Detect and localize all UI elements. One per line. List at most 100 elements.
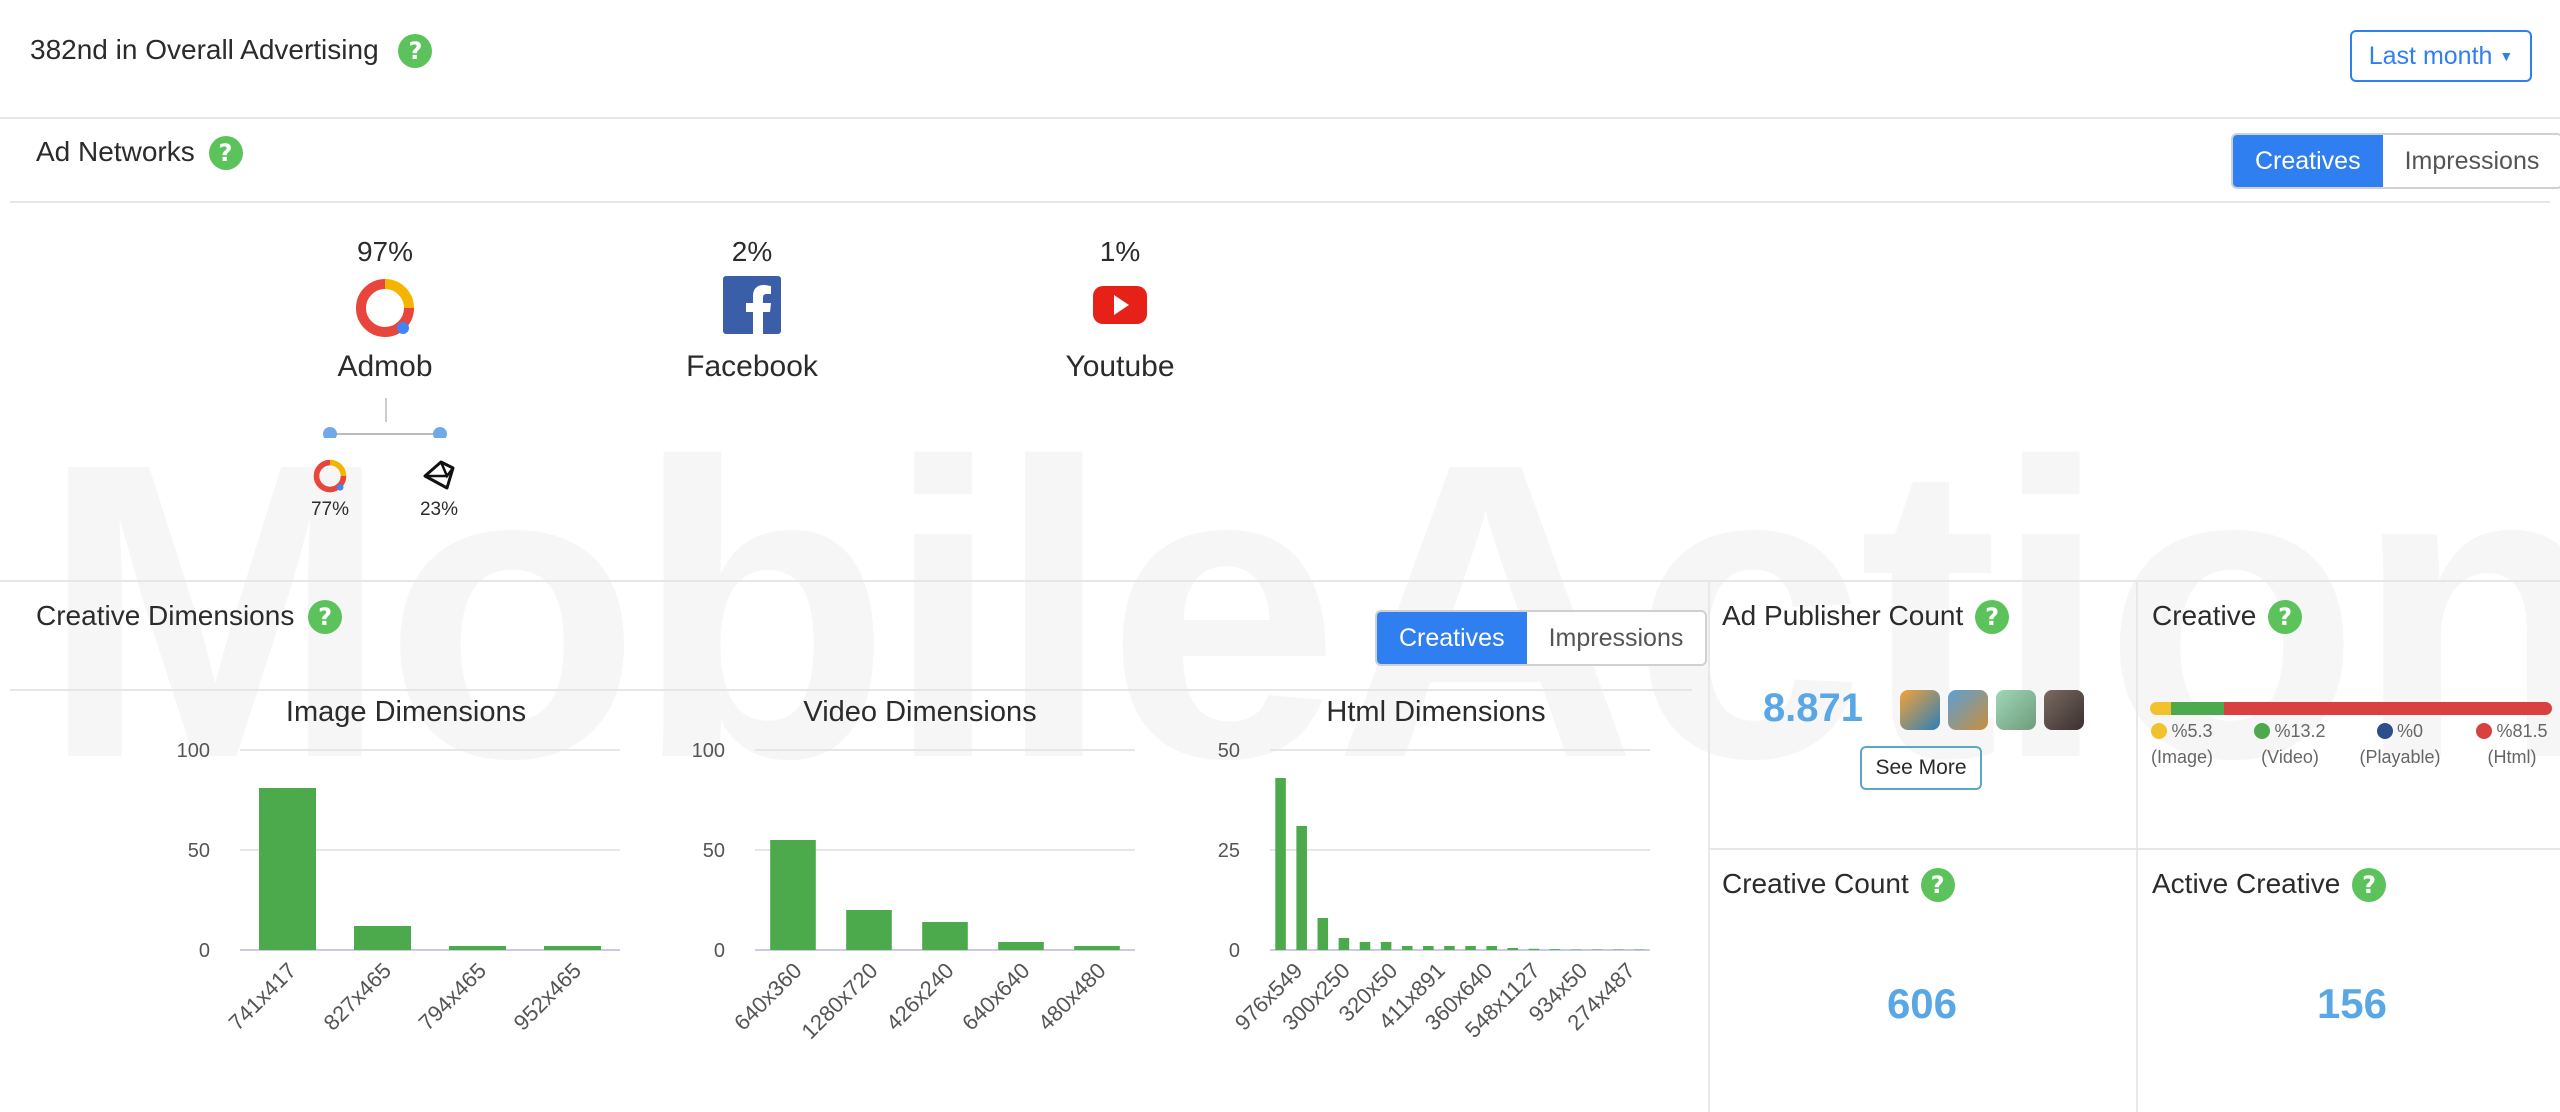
creative-mix-segment (2224, 702, 2552, 715)
bar (1380, 942, 1392, 950)
bar (1486, 946, 1497, 950)
admob-icon (255, 276, 515, 350)
help-icon[interactable]: ? (1975, 600, 2010, 634)
y-tick-label: 0 (1229, 940, 1240, 962)
legend-playable: %0 (Playable) (2352, 718, 2448, 770)
toggle-creatives[interactable]: Creatives (2233, 135, 2383, 187)
html-dimensions-title: Html Dimensions (1326, 696, 1546, 728)
legend-dot (2151, 723, 2168, 739)
y-tick-label: 50 (1218, 740, 1240, 762)
bar (1401, 946, 1413, 950)
x-tick-label: 827x465 (319, 958, 396, 1035)
creative-dimensions-title: Creative Dimensions (36, 600, 295, 631)
game-thumb-2[interactable] (1948, 690, 1988, 730)
active-creative-title: Active Creative (2152, 868, 2341, 899)
divider (0, 117, 2560, 119)
admob-icon (295, 458, 365, 499)
legend-dot (2254, 723, 2271, 739)
legend-value: %5.3 (2171, 721, 2213, 741)
network-pct: 97% (356, 236, 414, 267)
youtube-icon (990, 276, 1250, 350)
network-youtube[interactable]: 1% Youtube (990, 236, 1250, 384)
creative-mix-segment (2171, 702, 2225, 715)
ad-networks-toggle[interactable]: Creatives Impressions (2231, 133, 2560, 189)
video-dimensions-chart: 0 50 100 640x3601280x720426x240640x640480x4… (692, 740, 1135, 1044)
legend-video: %13.2 (Video) (2250, 718, 2330, 770)
sub-network-unity: 23% (404, 458, 474, 521)
period-dropdown[interactable]: Last month ▼ (2350, 30, 2532, 82)
y-tick-label: 0 (199, 940, 210, 962)
bar (449, 946, 506, 950)
creative-heading: Creative ? (2152, 600, 2303, 634)
legend-label: (Playable) (2359, 747, 2441, 767)
active-creative-value: 156 (2316, 980, 2388, 1027)
legend-value: %0 (2396, 721, 2423, 741)
legend-html: %81.5 (Html) (2472, 718, 2552, 770)
toggle-creatives[interactable]: Creatives (1377, 612, 1527, 664)
help-icon[interactable]: ? (398, 34, 433, 68)
bar (1465, 946, 1476, 950)
legend-value: %13.2 (2274, 721, 2326, 741)
sub-network-admob: 77% (295, 458, 365, 521)
legend-label: (Video) (2261, 747, 2319, 767)
publisher-thumbs[interactable] (1900, 690, 2084, 730)
game-thumb-3[interactable] (1996, 690, 2036, 730)
help-icon[interactable]: ? (208, 136, 243, 170)
divider (2136, 580, 2138, 1112)
html-dimensions-chart: 02550976x549300x250320x50411x891360x6405… (1218, 740, 1650, 1043)
help-icon[interactable]: ? (2268, 600, 2303, 634)
bar (1507, 948, 1519, 950)
network-facebook[interactable]: 2% Facebook (622, 236, 882, 384)
creative-mix-segment (2150, 702, 2172, 715)
bar (544, 946, 601, 950)
ad-publisher-heading: Ad Publisher Count ? (1722, 600, 2010, 634)
toggle-impressions[interactable]: Impressions (1526, 612, 1706, 664)
period-select-label: Last month (2368, 42, 2493, 70)
x-tick-label: 952x465 (509, 958, 586, 1035)
y-tick-label: 0 (714, 940, 725, 962)
toggle-impressions[interactable]: Impressions (2382, 135, 2560, 187)
video-dimensions-title: Video Dimensions (803, 696, 1037, 728)
bar (1317, 918, 1329, 950)
game-thumb-1[interactable] (1900, 690, 1940, 730)
legend-dot (2476, 723, 2493, 739)
active-creative-heading: Active Creative ? (2152, 868, 2387, 902)
legend-dot (2376, 723, 2393, 739)
creative-count-title: Creative Count (1722, 868, 1909, 899)
creative-dimensions-toggle[interactable]: Creatives Impressions (1375, 610, 1708, 666)
ad-networks-title: Ad Networks (36, 136, 195, 167)
y-tick-label: 50 (188, 840, 210, 862)
see-more-button[interactable]: See More (1860, 746, 1982, 790)
divider (1708, 848, 2560, 850)
bar (1528, 948, 1540, 950)
creative-title: Creative (2152, 600, 2257, 631)
bar (1338, 938, 1350, 950)
y-tick-label: 50 (703, 840, 725, 862)
x-tick-label: 480x480 (1033, 958, 1110, 1035)
game-thumb-4[interactable] (2044, 690, 2084, 730)
creative-dimensions-heading: Creative Dimensions ? (36, 600, 343, 634)
bar (770, 840, 816, 950)
legend-image: %5.3 (Image) (2146, 718, 2218, 770)
legend-label: (Image) (2150, 747, 2213, 767)
x-tick-label: 640x640 (957, 958, 1034, 1035)
y-tick-label: 100 (692, 740, 725, 762)
bar (1549, 949, 1561, 950)
divider (10, 689, 1692, 691)
help-icon[interactable]: ? (308, 600, 343, 634)
image-dimensions-title: Image Dimensions (285, 696, 527, 728)
help-icon[interactable]: ? (2352, 868, 2387, 902)
ad-publisher-count: 8.871 (1762, 686, 1864, 730)
sub-network-pct: 77% (310, 499, 350, 520)
admob-split-connector (323, 398, 447, 438)
network-name: Admob (337, 350, 433, 383)
help-icon[interactable]: ? (1920, 868, 1955, 902)
x-tick-label: 741x417 (224, 958, 301, 1035)
network-admob[interactable]: 97% Admob (255, 236, 515, 384)
network-pct: 1% (1099, 236, 1141, 267)
bar (1423, 946, 1434, 950)
x-tick-label: 1280x720 (797, 958, 883, 1044)
creative-count-heading: Creative Count ? (1722, 868, 1955, 902)
bar (998, 942, 1044, 950)
x-tick-label: 426x240 (881, 958, 958, 1035)
